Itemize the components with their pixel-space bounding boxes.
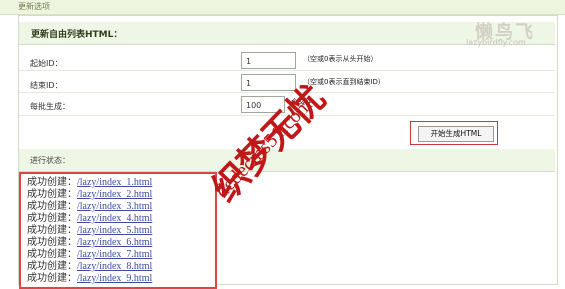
log-link[interactable]: /lazy/index_6.html xyxy=(77,237,152,248)
status-label: 进行状态： xyxy=(30,156,70,165)
row-divider xyxy=(19,70,555,71)
generate-html-button[interactable]: 开始生成HTML xyxy=(418,126,494,142)
site-logo: 懒鸟飞 lazybirdfly.com xyxy=(466,18,556,47)
log-link[interactable]: /lazy/index_5.html xyxy=(77,225,152,236)
log-line: 成功创建：/lazy/index_3.html xyxy=(27,201,152,212)
status-header: 进行状态： xyxy=(19,149,555,172)
log-link[interactable]: /lazy/index_8.html xyxy=(77,261,152,272)
start-id-input[interactable]: 1 xyxy=(241,52,296,69)
log-line: 成功创建：/lazy/index_4.html xyxy=(27,213,152,224)
status-log: 成功创建：/lazy/index_1.html 成功创建：/lazy/index… xyxy=(19,172,217,289)
batch-size-input[interactable]: 100 xyxy=(241,96,285,113)
top-strip: 更新选项 xyxy=(0,0,565,15)
log-prefix: 成功创建： xyxy=(27,213,77,224)
end-id-input[interactable]: 1 xyxy=(241,74,296,91)
start-id-label: 起始ID： xyxy=(30,59,63,68)
log-line: 成功创建：/lazy/index_9.html xyxy=(27,273,152,284)
row-divider xyxy=(19,92,555,93)
batch-size-unit: 个文件 xyxy=(291,98,312,106)
log-prefix: 成功创建： xyxy=(27,177,77,188)
log-link[interactable]: /lazy/index_1.html xyxy=(77,177,152,188)
panel-title: 更新自由列表HTML： xyxy=(31,30,123,40)
log-link[interactable]: /lazy/index_9.html xyxy=(77,273,152,284)
log-link[interactable]: /lazy/index_3.html xyxy=(77,201,152,212)
end-id-hint: （空或0表示直到结束ID） xyxy=(303,78,385,86)
end-id-label: 结束ID： xyxy=(30,81,63,90)
log-prefix: 成功创建： xyxy=(27,261,77,272)
log-line: 成功创建：/lazy/index_1.html xyxy=(27,177,152,188)
log-link[interactable]: /lazy/index_4.html xyxy=(77,213,152,224)
log-prefix: 成功创建： xyxy=(27,273,77,284)
log-line: 成功创建：/lazy/index_6.html xyxy=(27,237,152,248)
log-prefix: 成功创建： xyxy=(27,225,77,236)
log-prefix: 成功创建： xyxy=(27,237,77,248)
top-strip-label: 更新选项 xyxy=(18,2,50,11)
batch-size-label: 每批生成： xyxy=(30,102,70,111)
log-line: 成功创建：/lazy/index_2.html xyxy=(27,189,152,200)
log-prefix: 成功创建： xyxy=(27,249,77,260)
log-link[interactable]: /lazy/index_2.html xyxy=(77,189,152,200)
log-line: 成功创建：/lazy/index_7.html xyxy=(27,249,152,260)
log-line: 成功创建：/lazy/index_5.html xyxy=(27,225,152,236)
log-line: 成功创建：/lazy/index_8.html xyxy=(27,261,152,272)
row-divider xyxy=(19,115,555,116)
start-id-hint: （空或0表示从头开始） xyxy=(303,55,378,63)
log-prefix: 成功创建： xyxy=(27,189,77,200)
log-prefix: 成功创建： xyxy=(27,201,77,212)
log-link[interactable]: /lazy/index_7.html xyxy=(77,249,152,260)
logo-domain: lazybirdfly.com xyxy=(466,38,526,47)
